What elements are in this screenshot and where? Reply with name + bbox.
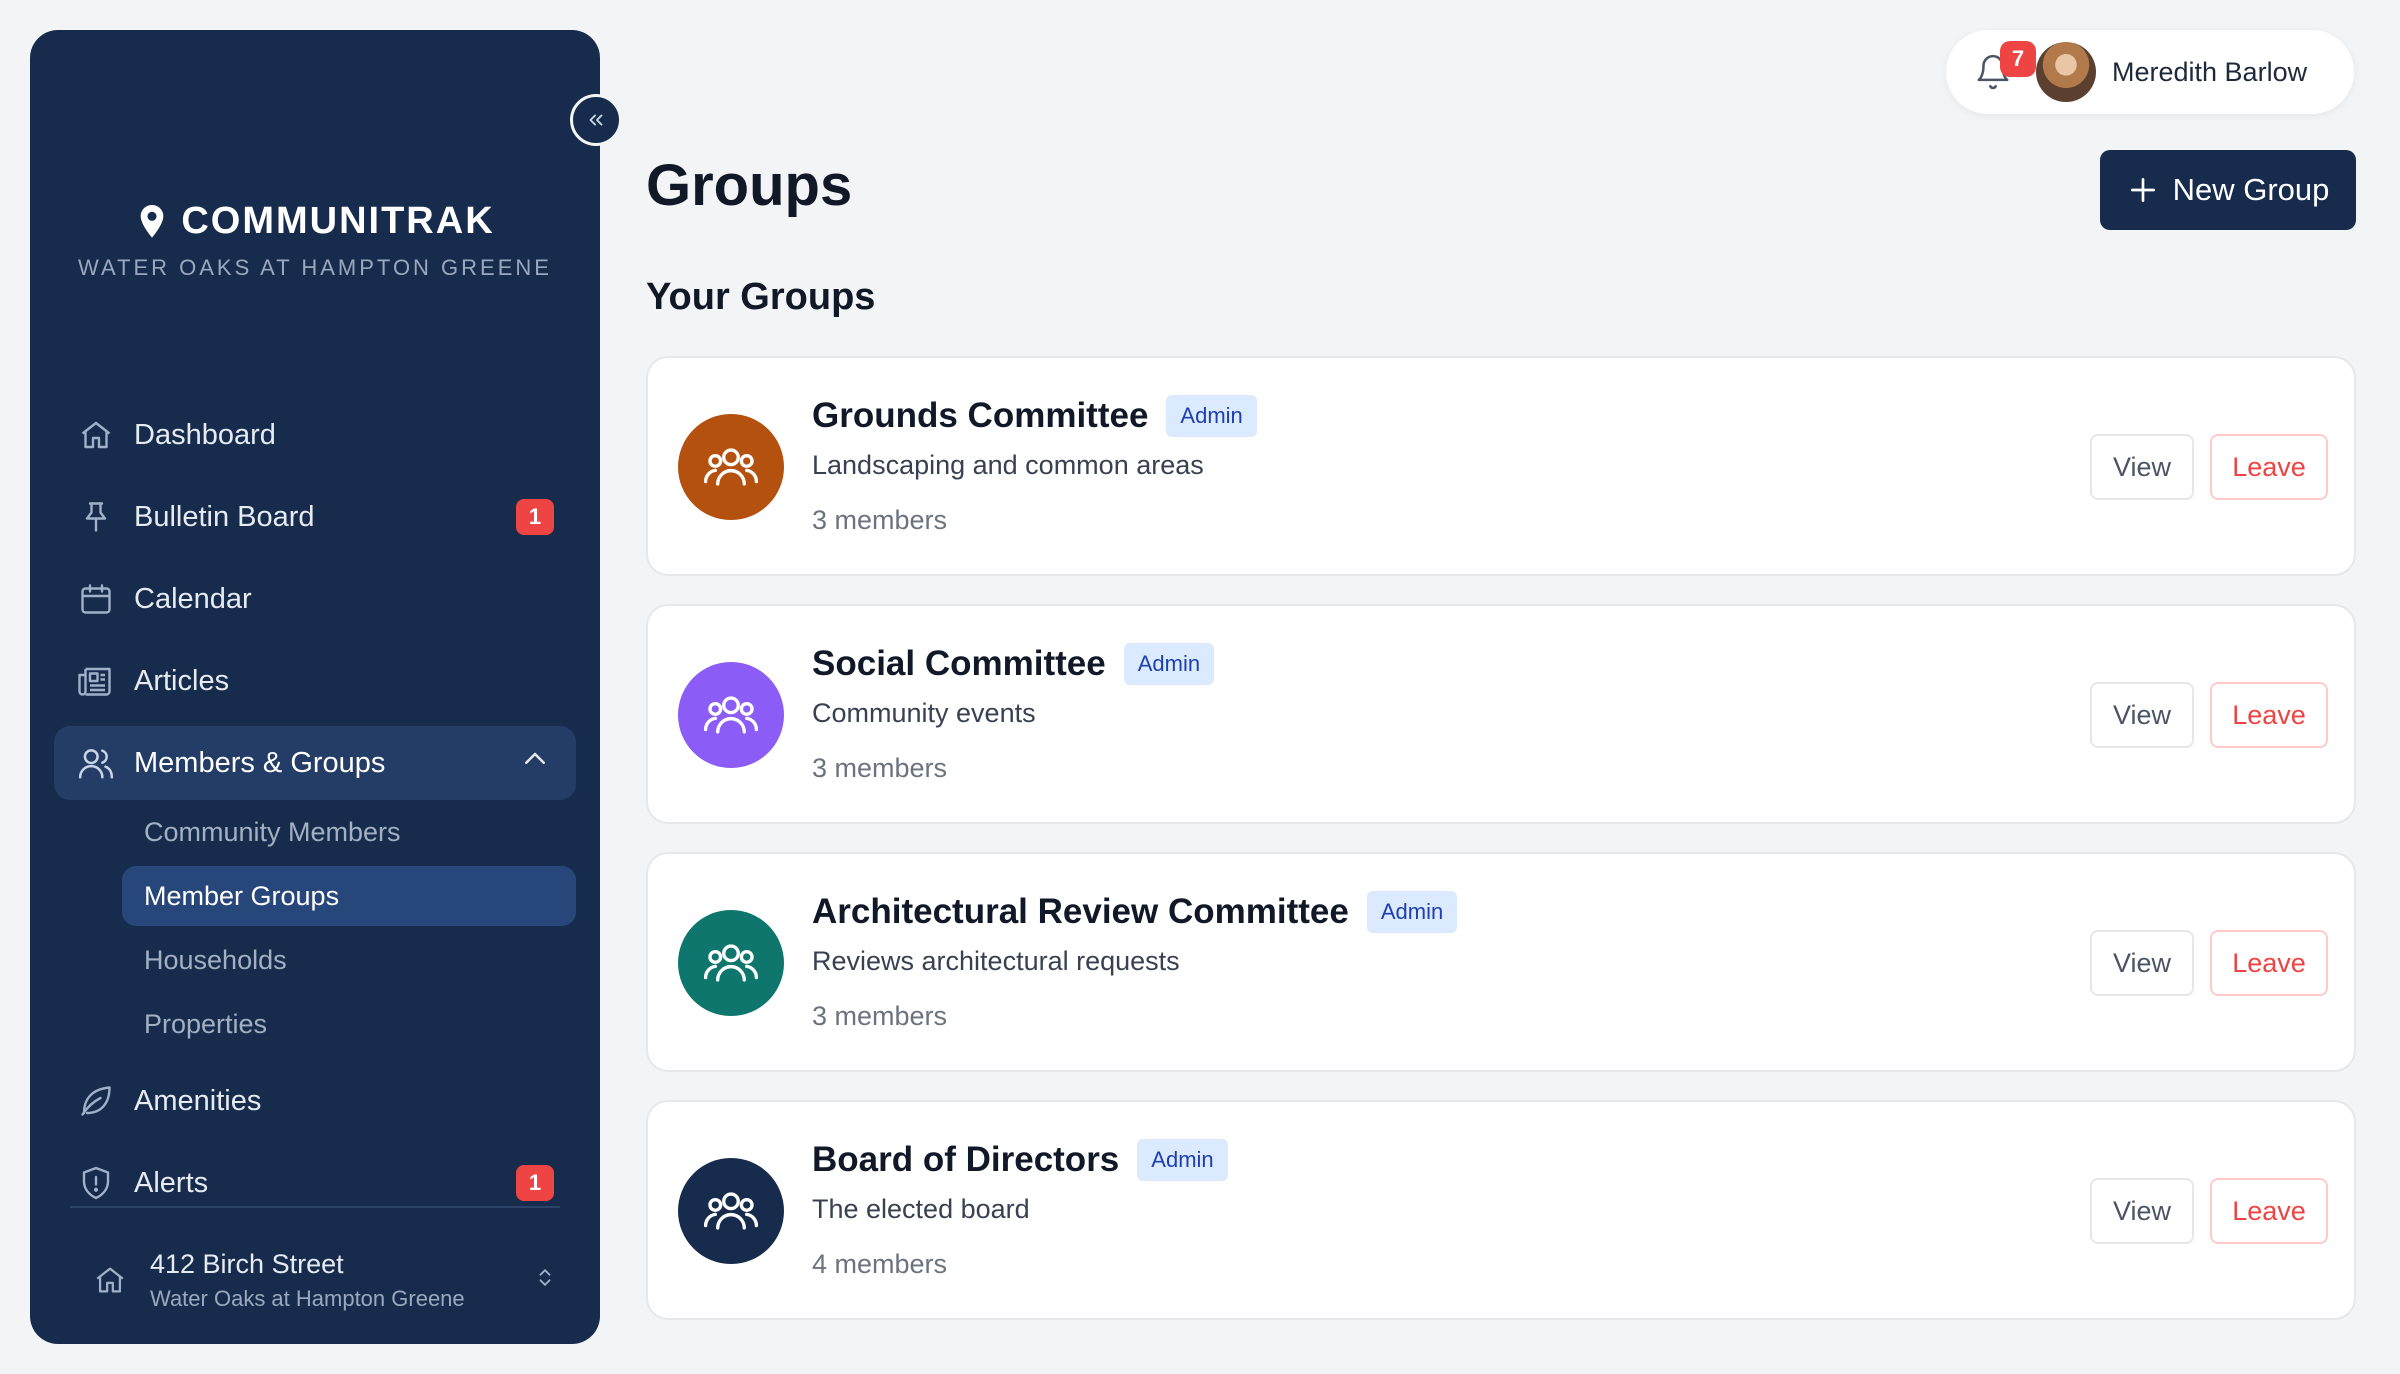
view-group-button[interactable]: View [2090,434,2194,500]
user-name[interactable]: Meredith Barlow [2112,57,2307,88]
avatar[interactable] [2036,42,2096,102]
subnav-item-properties[interactable]: Properties [122,994,576,1054]
group-description: The elected board [812,1194,1030,1224]
group-avatar [678,910,784,1016]
group-name[interactable]: Grounds Committee [812,396,1148,436]
nav-item-amenities[interactable]: Amenities [54,1064,576,1138]
page-title: Groups [646,153,853,218]
notifications-button[interactable]: 7 [1970,41,2036,95]
users-group-icon [703,1192,759,1230]
nav-label-calendar: Calendar [134,582,252,615]
bulletin-count-badge: 1 [516,499,554,535]
group-info: Board of Directors Admin The elected boa… [812,1136,1228,1280]
group-info: Social Committee Admin Community events … [812,640,1215,784]
view-group-button[interactable]: View [2090,682,2194,748]
brand-community: WATER OAKS AT HAMPTON GREENE [78,255,552,280]
new-group-label: New Group [2172,172,2330,207]
nav-item-articles[interactable]: Articles [54,644,576,718]
role-badge: Admin [1366,891,1458,933]
group-card: Social Committee Admin Community events … [646,604,2356,824]
plus-icon [2130,178,2155,202]
users-icon [76,743,116,783]
members-groups-subnav: Community Members Member Groups Househol… [122,802,576,1054]
group-member-count: 3 members [812,1001,948,1031]
leaf-icon [76,1081,116,1121]
leave-group-button[interactable]: Leave [2210,434,2328,500]
subnav-item-community-members[interactable]: Community Members [122,802,576,862]
group-name[interactable]: Architectural Review Committee [812,892,1349,932]
group-description: Reviews architectural requests [812,946,1180,976]
users-group-icon [703,944,759,982]
role-badge: Admin [1166,395,1257,437]
group-member-count: 3 members [812,505,948,535]
group-avatar [678,662,784,768]
section-title: Your Groups [646,276,876,318]
nav-label-alerts: Alerts [134,1166,209,1199]
pin-icon [76,497,116,537]
chevron-up-icon [520,744,550,782]
house-icon [90,1263,130,1297]
nav-item-calendar[interactable]: Calendar [54,562,576,636]
brand-logo[interactable]: COMMUNITRAK [30,200,600,243]
role-badge: Admin [1137,1139,1228,1181]
group-card: Grounds Committee Admin Landscaping and … [646,356,2356,576]
nav-label-articles: Articles [134,664,230,697]
alerts-count-badge: 1 [516,1165,554,1201]
groups-list: Grounds Committee Admin Landscaping and … [646,356,2356,1348]
brand-name: COMMUNITRAK [181,200,495,242]
leave-group-button[interactable]: Leave [2210,1178,2328,1244]
main-nav: Dashboard Bulletin Board 1 Calendar Arti… [54,398,576,1228]
newspaper-icon [76,661,116,701]
subnav-item-households[interactable]: Households [122,930,576,990]
group-info: Grounds Committee Admin Landscaping and … [812,392,1257,536]
group-avatar [678,1158,784,1264]
nav-item-dashboard[interactable]: Dashboard [54,398,576,472]
nav-label-amenities: Amenities [134,1084,262,1117]
nav-item-bulletin-board[interactable]: Bulletin Board 1 [54,480,576,554]
nav-label-bulletin-board: Bulletin Board [134,500,315,533]
users-group-icon [703,696,759,734]
role-badge: Admin [1123,643,1215,685]
subnav-item-member-groups[interactable]: Member Groups [122,866,576,926]
property-switcher[interactable]: 412 Birch Street Water Oaks at Hampton G… [90,1240,560,1320]
user-menu: 7 Meredith Barlow [1946,30,2354,114]
users-group-icon [703,448,759,486]
leave-group-button[interactable]: Leave [2210,930,2328,996]
property-address: 412 Birch Street [150,1248,344,1279]
group-name[interactable]: Social Committee [812,644,1106,684]
new-group-button[interactable]: New Group [2100,150,2356,230]
group-card: Board of Directors Admin The elected boa… [646,1100,2356,1320]
group-member-count: 4 members [812,1249,948,1279]
calendar-icon [76,579,116,619]
group-info: Architectural Review Committee Admin Rev… [812,888,1458,1032]
nav-item-alerts[interactable]: Alerts 1 [54,1146,576,1220]
home-icon [76,415,116,455]
view-group-button[interactable]: View [2090,1178,2194,1244]
view-group-button[interactable]: View [2090,930,2194,996]
property-info: 412 Birch Street Water Oaks at Hampton G… [150,1249,465,1312]
chevrons-up-down-icon [534,1267,556,1294]
notification-count-badge: 7 [2000,41,2036,77]
double-chevron-left-icon [589,114,603,126]
sidebar-divider [70,1206,560,1208]
brand: COMMUNITRAK WATER OAKS AT HAMPTON GREENE [30,200,600,281]
group-description: Community events [812,698,1036,728]
group-member-count: 3 members [812,753,948,783]
property-community: Water Oaks at Hampton Greene [150,1285,465,1311]
group-avatar [678,414,784,520]
nav-label-members-groups: Members & Groups [134,746,386,779]
shield-alert-icon [76,1163,116,1203]
nav-item-members-groups[interactable]: Members & Groups [54,726,576,800]
sidebar: COMMUNITRAK WATER OAKS AT HAMPTON GREENE… [30,30,622,1344]
leave-group-button[interactable]: Leave [2210,682,2328,748]
group-description: Landscaping and common areas [812,450,1204,480]
group-name[interactable]: Board of Directors [812,1140,1119,1180]
map-pin-icon [141,204,164,238]
collapse-sidebar-button[interactable] [570,94,622,146]
group-card: Architectural Review Committee Admin Rev… [646,852,2356,1072]
nav-label-dashboard: Dashboard [134,418,276,451]
